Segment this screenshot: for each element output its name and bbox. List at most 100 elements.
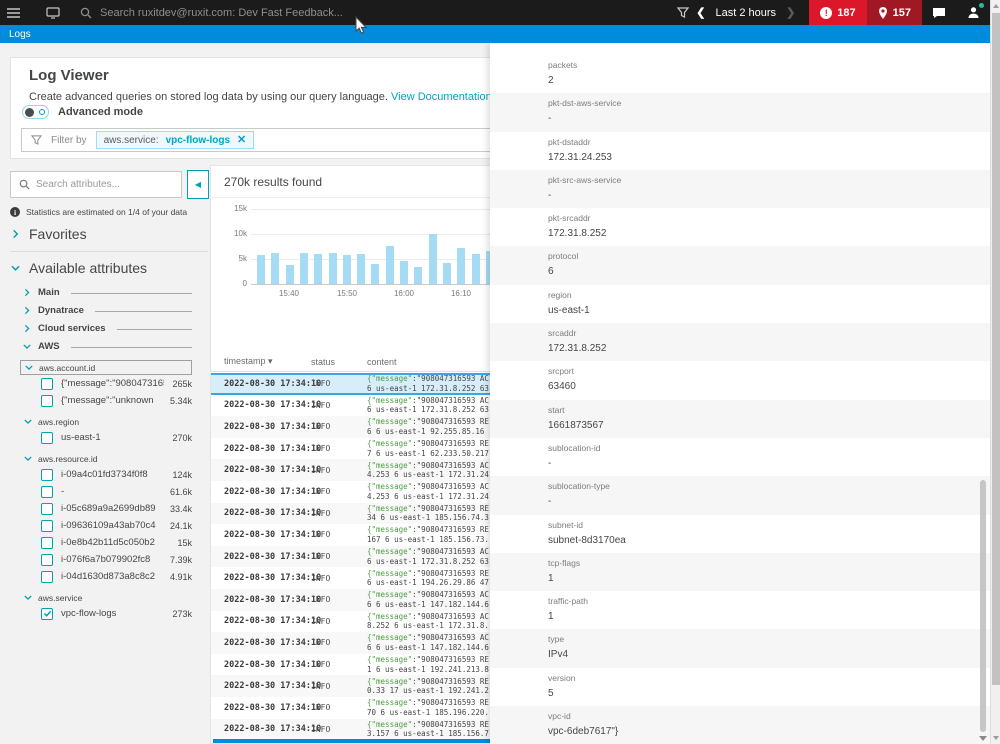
group-name: aws.service bbox=[38, 593, 82, 603]
problems-badge[interactable]: ! 187 bbox=[809, 0, 866, 25]
checkbox-unchecked[interactable] bbox=[41, 554, 53, 566]
horizontal-scrollbar[interactable] bbox=[213, 739, 491, 743]
attribute-group-aws-resource-id[interactable]: aws.resource.id bbox=[20, 451, 192, 466]
scrollbar-thumb[interactable] bbox=[992, 13, 1000, 685]
checkbox-unchecked[interactable] bbox=[41, 571, 53, 583]
sidebar-category-cloud-services[interactable]: Cloud services bbox=[0, 319, 210, 337]
json-key: {"message" bbox=[367, 677, 412, 686]
favorites-section-header[interactable]: Favorites bbox=[11, 226, 87, 242]
checkbox-unchecked[interactable] bbox=[41, 378, 53, 390]
attribute-value-count: 265k bbox=[172, 379, 192, 389]
detail-row-version: version5 bbox=[490, 668, 990, 706]
histogram-bar[interactable] bbox=[314, 254, 322, 284]
column-status[interactable]: status bbox=[311, 357, 367, 367]
filter-funnel-icon bbox=[31, 135, 42, 145]
browser-scrollbar[interactable] bbox=[990, 0, 1000, 744]
drawer-scrollbar-thumb[interactable] bbox=[980, 480, 986, 732]
histogram-bar[interactable] bbox=[300, 253, 308, 285]
checkbox-checked[interactable] bbox=[41, 608, 53, 620]
log-status: INFO bbox=[311, 466, 367, 475]
group-name: aws.resource.id bbox=[38, 454, 98, 464]
attribute-search-placeholder: Search attributes... bbox=[36, 179, 120, 190]
histogram-bar[interactable] bbox=[271, 253, 279, 284]
histogram-bar[interactable] bbox=[343, 255, 351, 285]
detail-value: 2 bbox=[548, 75, 970, 86]
histogram-bar[interactable] bbox=[371, 264, 379, 284]
attribute-value-label: i-04d1630d873a8c8c2 bbox=[61, 571, 155, 582]
detail-label: tcp-flags bbox=[548, 558, 970, 568]
user-icon[interactable] bbox=[956, 0, 990, 25]
histogram-bar[interactable] bbox=[457, 248, 465, 285]
filter-chip-vpc-flow-logs[interactable]: aws.service: vpc-flow-logs ✕ bbox=[96, 131, 255, 149]
time-range-next-icon[interactable]: ❯ bbox=[786, 6, 795, 19]
histogram-bar[interactable] bbox=[414, 267, 422, 284]
log-status: INFO bbox=[311, 509, 367, 518]
histogram-bar[interactable] bbox=[357, 254, 365, 284]
collapse-left-icon: ◀ bbox=[195, 180, 201, 189]
time-range-prev-icon[interactable]: ❮ bbox=[696, 6, 705, 19]
histogram-bar[interactable] bbox=[386, 246, 394, 284]
scroll-down-icon[interactable] bbox=[993, 736, 999, 740]
available-attributes-header[interactable]: Available attributes bbox=[11, 260, 147, 276]
monitor-icon[interactable] bbox=[40, 0, 66, 25]
histogram-bar[interactable] bbox=[400, 261, 408, 284]
x-tick-label: 15:40 bbox=[279, 289, 299, 298]
detail-value: IPv4 bbox=[548, 649, 970, 660]
detail-label: start bbox=[548, 405, 970, 415]
histogram-bar[interactable] bbox=[429, 234, 437, 284]
x-tick-label: 16:10 bbox=[451, 289, 471, 298]
attribute-value-count: 61.6k bbox=[170, 487, 192, 497]
log-status: INFO bbox=[311, 422, 367, 431]
histogram-bar[interactable] bbox=[472, 254, 480, 285]
detail-label: protocol bbox=[548, 251, 970, 261]
detail-row-pkt-dst-aws-service: pkt-dst-aws-service- bbox=[490, 93, 990, 131]
attribute-value-count: 273k bbox=[172, 609, 192, 619]
log-status: INFO bbox=[311, 401, 367, 410]
scroll-up-icon[interactable] bbox=[993, 4, 999, 8]
checkbox-unchecked[interactable] bbox=[41, 432, 53, 444]
advanced-mode-label: Advanced mode bbox=[58, 106, 143, 118]
chevron-down-icon bbox=[24, 454, 32, 463]
checkbox-unchecked[interactable] bbox=[41, 486, 53, 498]
y-tick-label: 5k bbox=[223, 255, 247, 263]
detail-row-start: start1661873567 bbox=[490, 400, 990, 438]
attribute-group-aws-account-id[interactable]: aws.account.id bbox=[20, 360, 192, 375]
logs-tab[interactable]: Logs bbox=[0, 29, 31, 40]
hamburger-menu-icon[interactable] bbox=[0, 0, 26, 25]
sidebar-category-main[interactable]: Main bbox=[0, 283, 210, 301]
checkbox-unchecked[interactable] bbox=[41, 395, 53, 407]
attribute-search-input[interactable]: Search attributes... bbox=[10, 171, 182, 198]
global-search[interactable]: Search ruxitdev@ruxit.com: Dev Fast Feed… bbox=[80, 7, 343, 19]
json-key: {"message" bbox=[367, 482, 412, 491]
sidebar-category-aws[interactable]: AWS bbox=[0, 337, 210, 355]
chat-icon[interactable] bbox=[922, 0, 956, 25]
histogram-bar[interactable] bbox=[329, 253, 337, 284]
histogram-bar[interactable] bbox=[286, 265, 294, 285]
detail-row-type: typeIPv4 bbox=[490, 629, 990, 667]
attribute-group-aws-region[interactable]: aws.region bbox=[20, 414, 192, 429]
checkbox-unchecked[interactable] bbox=[41, 537, 53, 549]
collapse-panel-button[interactable]: ◀ bbox=[187, 170, 209, 199]
view-documentation-link[interactable]: View Documentation bbox=[391, 91, 492, 103]
attribute-value-label: {"message":"908047316593 bbox=[61, 378, 164, 389]
histogram-bar[interactable] bbox=[257, 255, 265, 285]
attribute-value-row: i-09636109a43ab70c424.1k bbox=[0, 517, 210, 534]
checkbox-unchecked[interactable] bbox=[41, 503, 53, 515]
checkbox-unchecked[interactable] bbox=[41, 469, 53, 481]
time-range-label[interactable]: Last 2 hours bbox=[716, 7, 777, 19]
chip-remove-icon[interactable]: ✕ bbox=[237, 135, 246, 146]
detail-label: sublocation-id bbox=[548, 443, 970, 453]
drawer-scroll-down-icon[interactable] bbox=[979, 736, 987, 741]
chevron-down-icon bbox=[25, 363, 33, 372]
attribute-group-aws-service[interactable]: aws.service bbox=[20, 590, 192, 605]
checkbox-unchecked[interactable] bbox=[41, 520, 53, 532]
detail-row-pkt-src-aws-service: pkt-src-aws-service- bbox=[490, 170, 990, 208]
column-timestamp[interactable]: timestamp ▾ bbox=[211, 356, 311, 367]
advanced-mode-toggle[interactable] bbox=[22, 105, 49, 119]
security-badge[interactable]: 157 bbox=[867, 0, 922, 25]
json-key: {"message" bbox=[367, 396, 412, 405]
problem-icon: ! bbox=[820, 7, 832, 19]
sidebar-category-dynatrace[interactable]: Dynatrace bbox=[0, 301, 210, 319]
filter-icon[interactable] bbox=[670, 0, 696, 25]
histogram-bar[interactable] bbox=[443, 263, 451, 284]
